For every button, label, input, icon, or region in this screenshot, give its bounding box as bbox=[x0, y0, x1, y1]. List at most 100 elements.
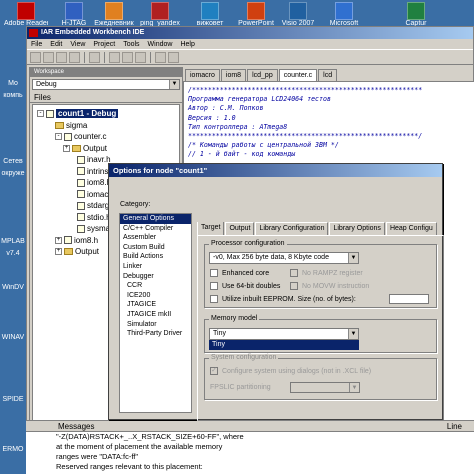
memory-model-select[interactable]: Tiny ▼ bbox=[209, 328, 359, 340]
menu-help[interactable]: Help bbox=[180, 39, 194, 49]
desktop-icon-left[interactable]: Mo bbox=[0, 80, 26, 88]
collapse-icon[interactable]: - bbox=[55, 133, 62, 141]
configure-system-checkbox[interactable]: ✓ Configure system using dialogs (not in… bbox=[210, 367, 371, 375]
desktop-icon[interactable]: Captur bbox=[394, 2, 438, 28]
new-file-icon[interactable] bbox=[30, 51, 41, 63]
redo-icon[interactable] bbox=[168, 51, 179, 63]
category-item[interactable]: CCR bbox=[120, 281, 191, 291]
save-all-icon[interactable] bbox=[69, 51, 80, 63]
category-item[interactable]: Simulator bbox=[120, 320, 191, 330]
chevron-down-icon[interactable]: ▼ bbox=[349, 383, 359, 392]
save-icon[interactable] bbox=[56, 51, 67, 63]
category-item[interactable]: Assembler bbox=[120, 233, 191, 243]
tree-node[interactable]: + iom8.h bbox=[55, 235, 98, 246]
dialog-tab[interactable]: Library Configuration bbox=[255, 222, 329, 235]
dialog-tabs: Target Output Library Configuration Library… bbox=[197, 222, 444, 235]
menu-edit[interactable]: Edit bbox=[50, 39, 62, 49]
desktop-icon-left[interactable]: Сетев bbox=[0, 158, 26, 166]
expand-icon[interactable]: + bbox=[55, 236, 62, 244]
system-config-group: System configuration ✓ Configure system … bbox=[204, 354, 437, 400]
category-item[interactable]: JTAGICE mkII bbox=[120, 310, 191, 320]
desktop-icon[interactable]: Microsoft bbox=[322, 2, 366, 28]
undo-icon[interactable] bbox=[155, 51, 166, 63]
dialog-title[interactable]: Options for node "count1" bbox=[109, 164, 442, 177]
dialog-tab[interactable]: Target bbox=[197, 222, 225, 235]
desktop-icon-left[interactable]: SPIDE bbox=[0, 396, 26, 404]
paste-icon[interactable] bbox=[135, 51, 146, 63]
category-item[interactable]: Custom Build bbox=[120, 243, 191, 253]
cut-icon[interactable] bbox=[109, 51, 120, 63]
desktop-icon-left[interactable]: v7.4 bbox=[0, 250, 26, 258]
option-checkbox[interactable]: Enhanced core bbox=[210, 269, 269, 277]
dialog-tab[interactable]: Library Options bbox=[329, 222, 385, 235]
desktop-icon-left[interactable]: WinDV bbox=[0, 284, 26, 292]
menu-project[interactable]: Project bbox=[93, 39, 115, 49]
editor-tab[interactable]: lcd_pp bbox=[247, 69, 278, 81]
processor-config-select[interactable]: -v0, Max 256 byte data, 8 Kbyte code ▼ bbox=[209, 252, 359, 264]
menu-window[interactable]: Window bbox=[148, 39, 173, 49]
desktop-icon-left[interactable]: MPLAB bbox=[0, 238, 26, 246]
ide-titlebar[interactable]: IAR Embedded Workbench IDE bbox=[27, 27, 473, 39]
checkbox-label: Utilize inbuilt EEPROM. Size (no. of byt… bbox=[222, 295, 356, 303]
desktop-icon-left[interactable]: WINAV bbox=[0, 334, 26, 342]
category-item[interactable]: Debugger bbox=[120, 272, 191, 282]
editor-tab[interactable]: iomacro bbox=[185, 69, 220, 81]
desktop-icon[interactable]: вижовет bbox=[188, 2, 232, 28]
desktop-icon-left[interactable]: компь bbox=[0, 92, 26, 100]
checkbox-box bbox=[210, 269, 218, 277]
tree-node[interactable]: inavr.h bbox=[77, 154, 111, 165]
tree-node[interactable]: - counter.c bbox=[55, 131, 106, 142]
chevron-down-icon[interactable]: ▼ bbox=[348, 253, 358, 263]
category-item[interactable]: C/C++ Compiler bbox=[120, 224, 191, 234]
open-file-icon[interactable] bbox=[43, 51, 54, 63]
desktop-icon-left[interactable]: окруже bbox=[0, 170, 26, 178]
desktop-icon-left[interactable]: ERMO bbox=[0, 446, 26, 454]
file-icon bbox=[64, 132, 72, 141]
editor-tab[interactable]: counter.c bbox=[278, 69, 318, 81]
expand-icon[interactable]: + bbox=[63, 144, 70, 152]
desktop-icon[interactable]: H-JTAG bbox=[52, 2, 96, 28]
option-checkbox[interactable]: Utilize inbuilt EEPROM. Size (no. of byt… bbox=[210, 295, 356, 303]
tree-node[interactable]: + Output bbox=[55, 246, 99, 257]
category-item[interactable]: JTAGICE bbox=[120, 300, 191, 310]
configuration-select[interactable]: Debug ▼ bbox=[32, 79, 180, 90]
editor-tab[interactable]: lcd bbox=[318, 69, 338, 81]
expand-icon[interactable]: + bbox=[55, 248, 62, 256]
eeprom-size-input[interactable] bbox=[389, 294, 429, 304]
category-item[interactable]: Third-Party Driver bbox=[120, 329, 191, 339]
tree-node[interactable]: + Output bbox=[63, 143, 107, 154]
category-item[interactable]: Linker bbox=[120, 262, 191, 272]
menu-view[interactable]: View bbox=[70, 39, 85, 49]
collapse-icon[interactable]: - bbox=[37, 110, 44, 118]
app-icon bbox=[65, 2, 83, 20]
category-item[interactable]: General Options bbox=[120, 214, 191, 224]
desktop-icon[interactable]: Ежедневник bbox=[92, 2, 136, 28]
tree-node-label: count1 - Debug bbox=[56, 109, 119, 118]
dialog-tab[interactable]: Heap Configu bbox=[385, 222, 437, 235]
fpslic-partitioning-select[interactable]: ▼ bbox=[290, 382, 360, 393]
tree-node[interactable]: iom8.h bbox=[77, 177, 111, 188]
copy-icon[interactable] bbox=[122, 51, 133, 63]
menu-tools[interactable]: Tools bbox=[123, 39, 139, 49]
option-checkbox[interactable]: No MOVW instruction bbox=[290, 282, 369, 290]
option-checkbox[interactable]: Use 64-bit doubles bbox=[210, 282, 280, 290]
chevron-down-icon[interactable]: ▼ bbox=[348, 329, 358, 339]
print-icon[interactable] bbox=[89, 51, 100, 63]
desktop-icon[interactable]: ping_yandex bbox=[138, 2, 182, 28]
tree-node[interactable]: sigma bbox=[55, 120, 87, 131]
desktop-icon[interactable]: Visio 2007 bbox=[276, 2, 320, 28]
memory-model-option[interactable]: Tiny bbox=[209, 340, 359, 350]
category-item[interactable]: Build Actions bbox=[120, 252, 191, 262]
chevron-down-icon[interactable]: ▼ bbox=[169, 80, 179, 89]
menu-file[interactable]: File bbox=[31, 39, 42, 49]
tree-node[interactable]: stdio.h bbox=[77, 212, 111, 223]
editor-tab[interactable]: iom8 bbox=[220, 69, 247, 81]
tree-node[interactable]: - count1 - Debug bbox=[37, 108, 119, 119]
dialog-tab[interactable]: Output bbox=[225, 222, 255, 235]
category-item[interactable]: ICE200 bbox=[120, 291, 191, 301]
tree-node-label: sigma bbox=[66, 120, 88, 130]
desktop-icon[interactable]: PowerPoint bbox=[234, 2, 278, 28]
memory-model-value: Tiny bbox=[213, 330, 226, 337]
option-checkbox[interactable]: No RAMPZ register bbox=[290, 269, 363, 277]
desktop-icon[interactable]: Adobe Reader 9 bbox=[4, 2, 48, 28]
